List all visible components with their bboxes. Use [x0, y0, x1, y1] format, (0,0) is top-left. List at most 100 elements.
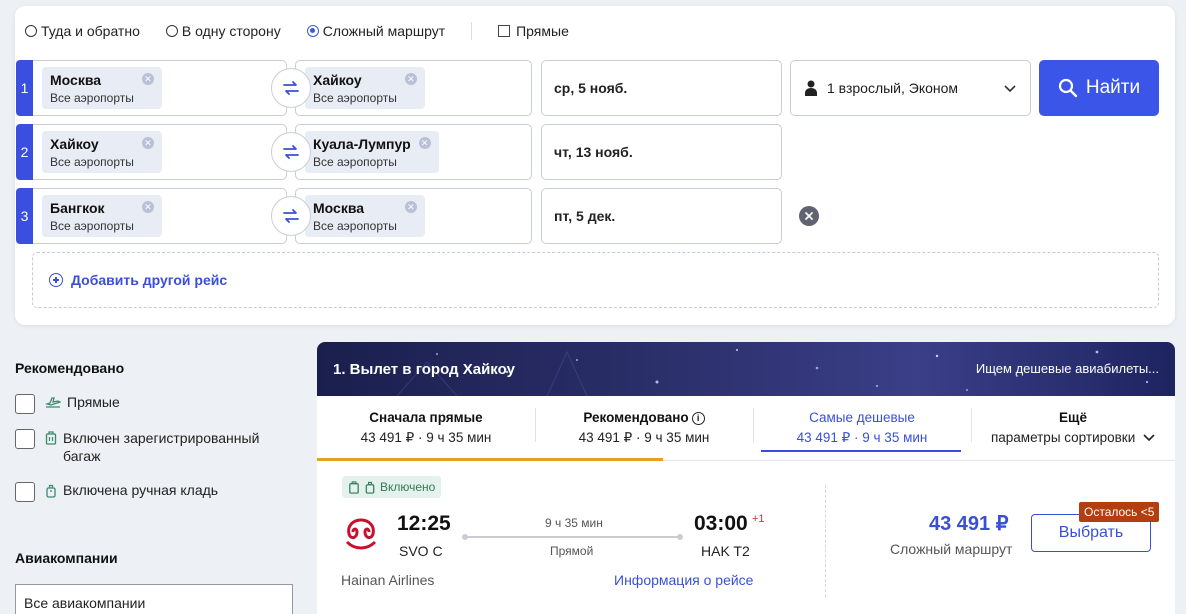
filter-checked-baggage[interactable]: Включен зарегистрированный багаж — [15, 429, 280, 465]
tab-value: 43 491 ₽ · 9 ч 35 мин — [360, 430, 492, 445]
origin-airports: Все аэропорты — [50, 91, 134, 105]
destination-city: Куала-Лумпур — [313, 136, 411, 152]
origin-city: Бангкок — [50, 200, 105, 216]
flight-info-link[interactable]: Информация о рейсе — [614, 572, 753, 588]
clear-icon[interactable]: ✕ — [141, 137, 154, 149]
tab-label: Самые дешевые — [809, 410, 915, 425]
active-tab-underline — [761, 450, 961, 452]
clear-icon[interactable]: ✕ — [404, 73, 417, 85]
search-button-label: Найти — [1085, 77, 1141, 98]
clear-icon[interactable]: ✕ — [141, 73, 154, 85]
banner-title: 1. Вылет в город Хайкоу — [333, 360, 515, 378]
clear-icon[interactable]: ✕ — [418, 137, 431, 149]
hand-luggage-icon — [365, 481, 375, 494]
included-label: Включено — [380, 480, 436, 494]
checkbox[interactable] — [15, 394, 35, 414]
checkbox[interactable] — [15, 429, 35, 449]
radio-round-trip[interactable]: Туда и обратно — [25, 23, 140, 39]
origin-field[interactable]: Бангкок Все аэропорты ✕ — [33, 188, 287, 244]
clear-icon[interactable]: ✕ — [141, 201, 154, 213]
tab-more-sort[interactable]: Ещё параметры сортировки — [971, 396, 1175, 460]
add-flight-label: Добавить другой рейс — [71, 272, 228, 288]
passengers-select[interactable]: 1 взрослый, Эконом — [790, 60, 1031, 116]
origin-chip: Бангкок Все аэропорты ✕ — [42, 195, 162, 237]
airline-name: Hainan Airlines — [341, 572, 435, 588]
destination-city: Москва — [313, 200, 365, 216]
sort-tabs: Сначала прямые 43 491 ₽ · 9 ч 35 мин Рек… — [317, 396, 1175, 461]
date-field[interactable]: чт, 13 нояб. — [541, 124, 782, 180]
search-icon — [1058, 78, 1078, 98]
destination-airports: Все аэропорты — [313, 219, 397, 233]
destination-field[interactable]: Москва Все аэропорты ✕ — [295, 188, 532, 244]
destination-field[interactable]: Хайкоу Все аэропорты ✕ — [295, 60, 532, 116]
radio-label: В одну сторону — [181, 23, 281, 39]
flight-card[interactable]: Включено 12:25 SVO C 9 ч 35 мин Прямой 0… — [317, 461, 1175, 614]
checkbox[interactable] — [15, 482, 35, 502]
route-line — [462, 534, 683, 540]
radio-label: Сложный маршрут — [322, 23, 446, 39]
airlines-select[interactable]: Все авиакомпании — [15, 584, 293, 614]
tab-label: Рекомендовано — [583, 410, 689, 425]
baggage-icon — [349, 480, 359, 494]
origin-airports: Все аэропорты — [50, 155, 134, 169]
destination-airports: Все аэропорты — [313, 91, 397, 105]
plus-circle-icon — [49, 273, 63, 287]
tab-value: 43 491 ₽ · 9 ч 35 мин — [796, 430, 928, 445]
origin-city: Москва — [50, 72, 102, 88]
tab-recommended[interactable]: Рекомендовано i 43 491 ₽ · 9 ч 35 мин — [535, 396, 753, 460]
search-button[interactable]: Найти — [1039, 60, 1159, 116]
price: 43 491 ₽ — [929, 513, 1009, 535]
segment-banner: 1. Вылет в город Хайкоу Ищем дешевые ави… — [317, 342, 1175, 396]
add-flight-button[interactable]: Добавить другой рейс — [32, 252, 1159, 308]
departure-time: 12:25 — [397, 512, 451, 535]
tab-value-wrap: параметры сортировки — [971, 430, 1175, 445]
tab-cheapest[interactable]: Самые дешевые 43 491 ₽ · 9 ч 35 мин — [753, 396, 971, 460]
tab-direct-first[interactable]: Сначала прямые 43 491 ₽ · 9 ч 35 мин — [317, 396, 663, 461]
filters-sidebar: Рекомендовано Прямые Включен зарегистрир… — [15, 360, 295, 566]
date-field[interactable]: пт, 5 дек. — [541, 188, 782, 244]
tab-label: Ещё — [1059, 410, 1087, 425]
origin-chip: Москва Все аэропорты ✕ — [42, 67, 162, 109]
divider — [825, 485, 826, 597]
destination-chip: Хайкоу Все аэропорты ✕ — [305, 67, 425, 109]
destination-field[interactable]: Куала-Лумпур Все аэропорты ✕ — [295, 124, 532, 180]
origin-field[interactable]: Москва Все аэропорты ✕ — [33, 60, 287, 116]
tab-label-wrap: Рекомендовано i — [535, 410, 753, 425]
segment-number: 3 — [16, 188, 33, 244]
direct-only-checkbox[interactable]: Прямые — [498, 23, 569, 39]
info-icon[interactable]: i — [691, 412, 705, 425]
filter-direct[interactable]: Прямые — [15, 394, 120, 414]
clear-icon[interactable]: ✕ — [404, 201, 417, 213]
passengers-label: 1 взрослый, Эконом — [827, 80, 959, 96]
arrival-time: 03:00 — [694, 512, 748, 535]
airlines-title: Авиакомпании — [15, 550, 118, 566]
tab-value: 43 491 ₽ · 9 ч 35 мин — [578, 430, 710, 445]
filter-label: Включен зарегистрированный багаж — [63, 430, 260, 464]
stops-label: Прямой — [550, 544, 594, 558]
date-field[interactable]: ср, 5 нояб. — [541, 60, 782, 116]
origin-field[interactable]: Хайкоу Все аэропорты ✕ — [33, 124, 287, 180]
swap-icon — [283, 81, 299, 95]
remove-segment-button[interactable] — [799, 206, 819, 226]
radio-dot — [165, 25, 178, 37]
checkbox-box — [498, 25, 511, 37]
origin-airports: Все аэропорты — [50, 219, 134, 233]
searching-status: Ищем дешевые авиабилеты... — [975, 361, 1159, 376]
destination-chip: Куала-Лумпур Все аэропорты ✕ — [305, 131, 439, 173]
swap-button[interactable] — [271, 68, 311, 108]
destination-city: Хайкоу — [313, 72, 362, 88]
filter-hand-luggage[interactable]: Включена ручная кладь — [15, 482, 218, 502]
radio-multi-city[interactable]: Сложный маршрут — [306, 23, 446, 39]
person-icon — [805, 80, 817, 96]
next-day-indicator: +1 — [752, 513, 765, 525]
segment-number: 1 — [16, 60, 33, 116]
segment-number: 2 — [16, 124, 33, 180]
radio-label: Туда и обратно — [41, 23, 140, 39]
chevron-down-icon — [1004, 80, 1016, 96]
swap-button[interactable] — [271, 196, 311, 236]
radio-one-way[interactable]: В одну сторону — [165, 23, 281, 39]
radio-dot — [306, 25, 319, 37]
swap-button[interactable] — [271, 132, 311, 172]
airline-logo — [345, 518, 377, 550]
results-panel: 1. Вылет в город Хайкоу Ищем дешевые ави… — [317, 342, 1175, 614]
